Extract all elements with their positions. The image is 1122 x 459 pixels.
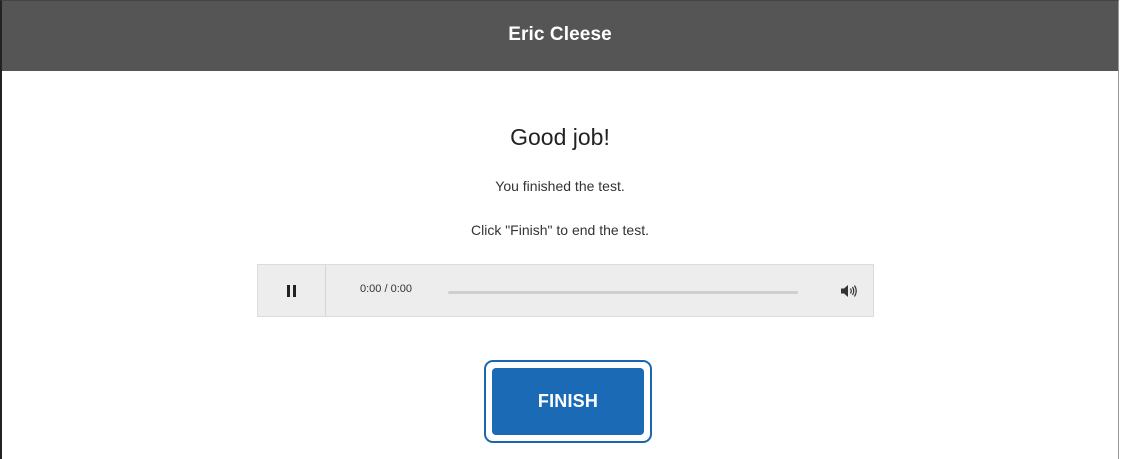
- header-bar: Eric Cleese: [2, 1, 1118, 71]
- pause-icon: [287, 284, 296, 297]
- audio-player: 0:00 / 0:00: [257, 264, 874, 317]
- finish-button-focus-ring[interactable]: FINISH: [484, 360, 652, 443]
- audio-progress-bar[interactable]: [448, 291, 798, 294]
- completion-heading: Good job!: [510, 124, 610, 150]
- finish-instruction: Click "Finish" to end the test.: [470, 222, 649, 238]
- app-window: Eric Cleese Good job! You finished the t…: [0, 0, 1119, 459]
- pause-button[interactable]: [258, 265, 326, 316]
- user-name-title: Eric Cleese: [508, 24, 612, 45]
- completion-message: You finished the test.: [495, 178, 625, 194]
- volume-button[interactable]: [836, 279, 864, 303]
- finish-button[interactable]: FINISH: [492, 368, 644, 435]
- time-display: 0:00 / 0:00: [360, 283, 412, 295]
- speaker-volume-icon: [841, 285, 857, 297]
